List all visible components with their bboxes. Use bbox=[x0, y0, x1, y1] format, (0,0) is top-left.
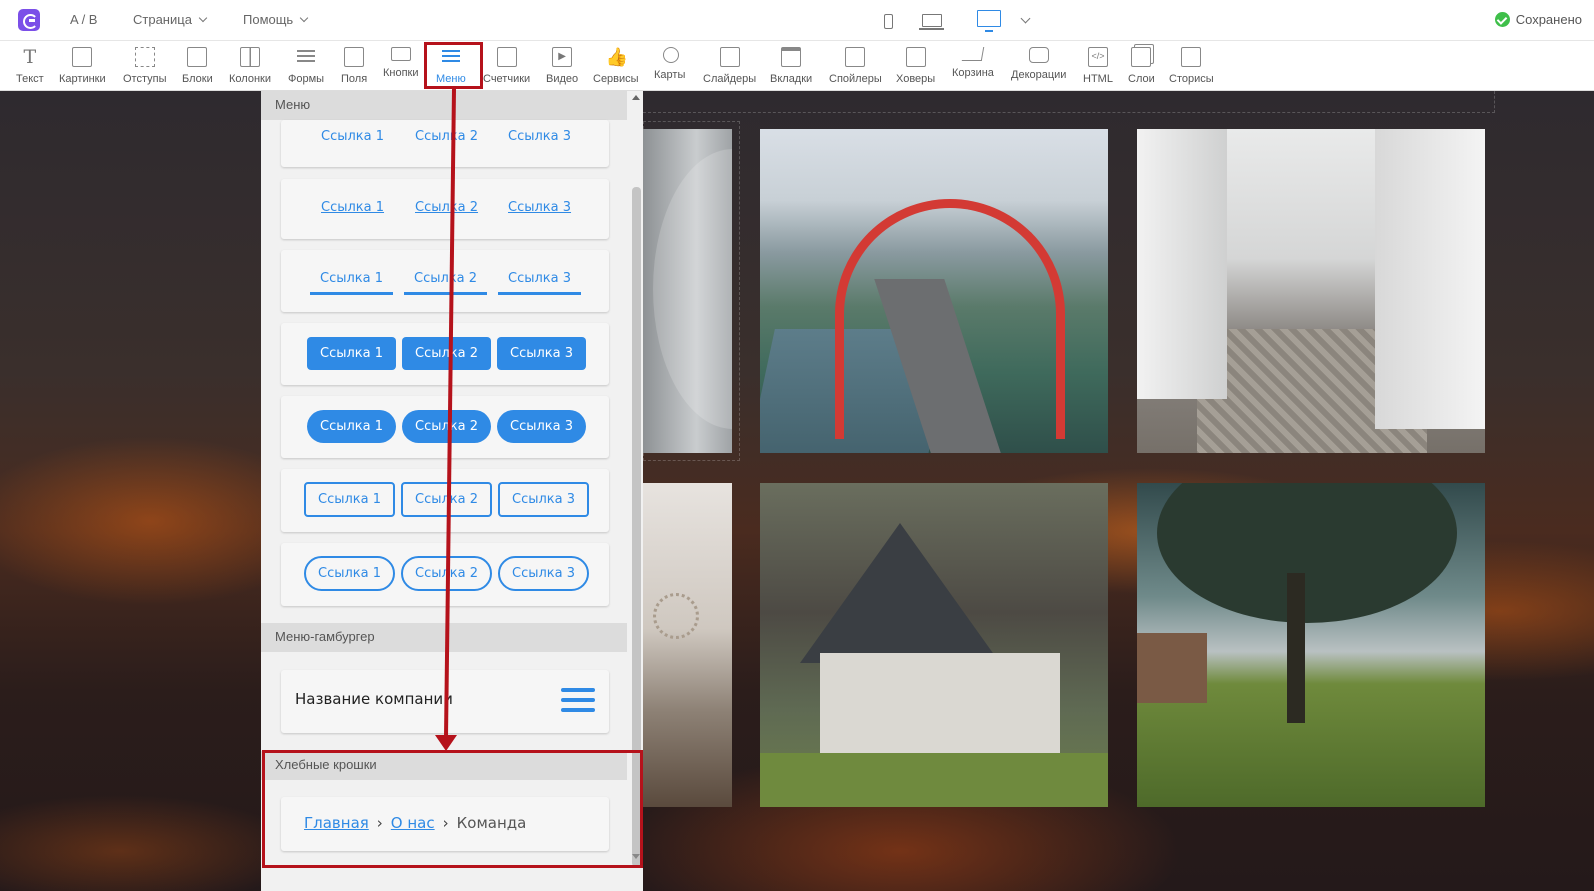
annotation-arrow bbox=[435, 88, 457, 751]
annotation-arrow-line bbox=[444, 88, 456, 738]
annotation-arrow-head bbox=[435, 735, 457, 751]
